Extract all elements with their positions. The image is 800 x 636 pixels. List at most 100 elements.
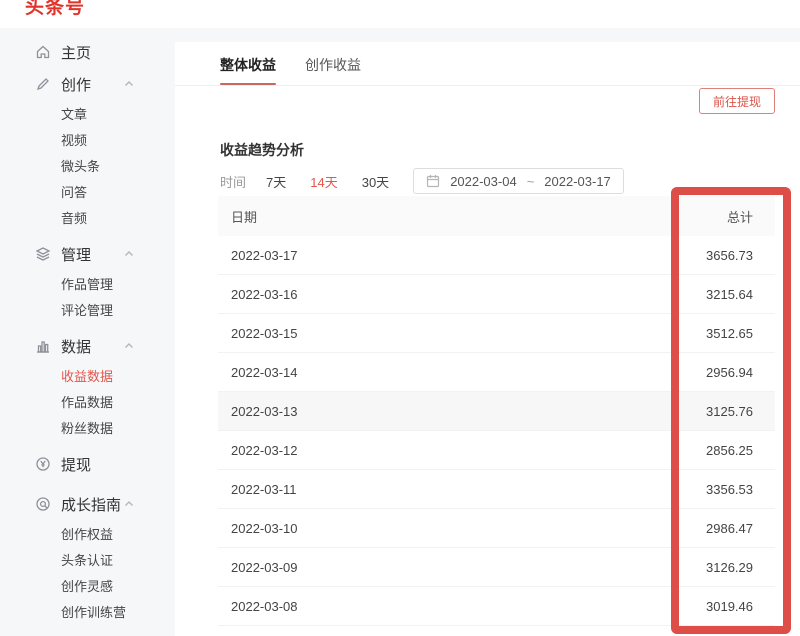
cell-date: 2022-03-15 (218, 326, 655, 341)
table-header-row: 日期 总计 (218, 196, 775, 236)
table-row[interactable]: 2022-03-17 3656.73 (218, 236, 775, 275)
sidebar-item-label: 管理 (61, 244, 91, 265)
cell-date: 2022-03-10 (218, 521, 655, 536)
cell-total: 2956.94 (655, 365, 775, 380)
sidebar-item-microheadline[interactable]: 微头条 (0, 152, 175, 178)
sidebar-sub-label: 音频 (61, 208, 87, 227)
main-panel: 整体收益 创作收益 前往提现 收益趋势分析 时间 7天 14天 30天 2022… (175, 42, 800, 636)
sidebar-sub-label: 头条认证 (61, 550, 113, 569)
cell-date: 2022-03-12 (218, 443, 655, 458)
sidebar-item-comments-manage[interactable]: 评论管理 (0, 296, 175, 322)
sidebar-item-manage[interactable]: 管理 (0, 238, 175, 270)
cell-total: 3019.46 (655, 599, 775, 614)
cell-date: 2022-03-14 (218, 365, 655, 380)
table-row[interactable]: 2022-03-12 2856.25 (218, 431, 775, 470)
cell-total: 3125.76 (655, 404, 775, 419)
sidebar: 主页 创作 文章 视频 微头条 问答 音频 管理 作品管理 评论管理 数据 收益… (0, 28, 175, 636)
sidebar-item-withdraw[interactable]: 提现 (0, 448, 175, 480)
sidebar-item-fans-data[interactable]: 粉丝数据 (0, 414, 175, 440)
table-row[interactable]: 2022-03-14 2956.94 (218, 353, 775, 392)
sidebar-sub-label: 收益数据 (61, 366, 113, 385)
sidebar-sub-label: 评论管理 (61, 300, 113, 319)
table-row[interactable]: 2022-03-09 3126.29 (218, 548, 775, 587)
cell-total: 3215.64 (655, 287, 775, 302)
table-row[interactable]: 2022-03-13 3125.76 (218, 392, 775, 431)
sidebar-item-creator-rights[interactable]: 创作权益 (0, 520, 175, 546)
chevron-up-icon (123, 498, 135, 510)
tab-creation-earnings[interactable]: 创作收益 (305, 55, 361, 75)
chevron-up-icon (123, 78, 135, 90)
sidebar-sub-label: 创作灵感 (61, 576, 113, 595)
calendar-icon (426, 174, 440, 188)
date-separator: ~ (527, 174, 535, 189)
cell-date: 2022-03-17 (218, 248, 655, 263)
sidebar-item-creative-inspiration[interactable]: 创作灵感 (0, 572, 175, 598)
cell-date: 2022-03-09 (218, 560, 655, 575)
time-filter-row: 时间 7天 14天 30天 2022-03-04 ~ 2022-03-17 (220, 168, 624, 194)
sidebar-item-data[interactable]: 数据 (0, 330, 175, 362)
sidebar-item-label: 创作 (61, 74, 91, 95)
chevron-up-icon (123, 340, 135, 352)
bar-chart-icon (35, 338, 51, 354)
range-7d-option[interactable]: 7天 (266, 172, 286, 191)
cell-date: 2022-03-08 (218, 599, 655, 614)
cell-total: 3356.53 (655, 482, 775, 497)
cell-total: 3512.65 (655, 326, 775, 341)
sidebar-item-toutiao-certification[interactable]: 头条认证 (0, 546, 175, 572)
range-14d-option[interactable]: 14天 (310, 172, 337, 191)
sidebar-item-earnings-data[interactable]: 收益数据 (0, 362, 175, 388)
col-header-total: 总计 (655, 207, 775, 226)
sidebar-item-label: 数据 (61, 336, 91, 357)
range-30d-option[interactable]: 30天 (362, 172, 389, 191)
cell-date: 2022-03-11 (218, 482, 655, 497)
sidebar-sub-label: 文章 (61, 104, 87, 123)
sidebar-item-home[interactable]: 主页 (0, 36, 175, 68)
sidebar-item-creator-camp[interactable]: 创作训练营 (0, 598, 175, 624)
table-row[interactable]: 2022-03-11 3356.53 (218, 470, 775, 509)
sidebar-sub-label: 问答 (61, 182, 87, 201)
earnings-table: 日期 总计 2022-03-17 3656.73 2022-03-16 3215… (218, 196, 775, 626)
cell-total: 3126.29 (655, 560, 775, 575)
sidebar-item-label: 成长指南 (61, 494, 121, 515)
sidebar-item-label: 提现 (61, 454, 91, 475)
sidebar-sub-label: 创作训练营 (61, 602, 126, 621)
date-start: 2022-03-04 (450, 174, 517, 189)
compass-icon (35, 496, 51, 512)
time-filter-label: 时间 (220, 172, 246, 191)
sidebar-sub-label: 作品管理 (61, 274, 113, 293)
cell-total: 3656.73 (655, 248, 775, 263)
cell-date: 2022-03-13 (218, 404, 655, 419)
app-logo[interactable]: 头条号 (25, 0, 85, 19)
date-range-picker[interactable]: 2022-03-04 ~ 2022-03-17 (413, 168, 624, 194)
sidebar-item-videos[interactable]: 视频 (0, 126, 175, 152)
sidebar-item-audio[interactable]: 音频 (0, 204, 175, 230)
sidebar-sub-label: 粉丝数据 (61, 418, 113, 437)
sidebar-sub-label: 视频 (61, 130, 87, 149)
layers-icon (35, 246, 51, 262)
table-row[interactable]: 2022-03-15 3512.65 (218, 314, 775, 353)
sidebar-item-label: 主页 (61, 42, 91, 63)
go-withdraw-button[interactable]: 前往提现 (699, 88, 775, 114)
cell-total: 2856.25 (655, 443, 775, 458)
cell-total: 2986.47 (655, 521, 775, 536)
table-row[interactable]: 2022-03-10 2986.47 (218, 509, 775, 548)
sidebar-sub-label: 创作权益 (61, 524, 113, 543)
pen-icon (35, 76, 51, 92)
top-header: 头条号 (0, 0, 800, 28)
cell-date: 2022-03-16 (218, 287, 655, 302)
table-row[interactable]: 2022-03-08 3019.46 (218, 587, 775, 626)
section-title: 收益趋势分析 (220, 140, 304, 160)
sidebar-item-create[interactable]: 创作 (0, 68, 175, 100)
table-row[interactable]: 2022-03-16 3215.64 (218, 275, 775, 314)
sidebar-item-works-manage[interactable]: 作品管理 (0, 270, 175, 296)
sidebar-item-qa[interactable]: 问答 (0, 178, 175, 204)
col-header-date: 日期 (218, 207, 655, 226)
tab-overall-earnings[interactable]: 整体收益 (220, 55, 276, 75)
chevron-up-icon (123, 248, 135, 260)
sidebar-item-articles[interactable]: 文章 (0, 100, 175, 126)
sidebar-sub-label: 作品数据 (61, 392, 113, 411)
date-end: 2022-03-17 (544, 174, 611, 189)
tab-bar: 整体收益 创作收益 (175, 42, 800, 86)
sidebar-item-works-data[interactable]: 作品数据 (0, 388, 175, 414)
sidebar-item-growth-guide[interactable]: 成长指南 (0, 488, 175, 520)
